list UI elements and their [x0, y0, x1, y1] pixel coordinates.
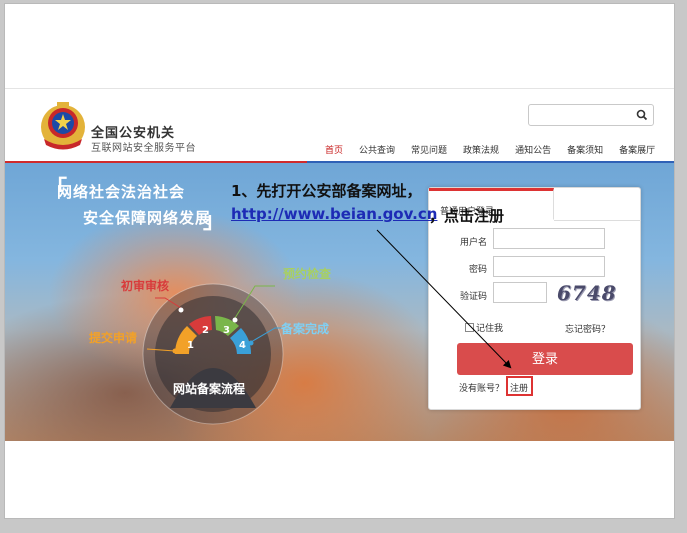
- password-input[interactable]: [493, 256, 605, 277]
- browser-page: 全国公安机关 互联网站安全服务平台 首页 公共查询 常见问题 政策法规 通知公告…: [4, 3, 675, 519]
- nav-item-home[interactable]: 首页: [317, 143, 351, 156]
- captcha-image[interactable]: 6748: [557, 281, 616, 305]
- nav-item-public-query[interactable]: 公共查询: [351, 143, 403, 156]
- remember-label: 记住我: [476, 324, 504, 334]
- nav-item-filing-guide[interactable]: 备案须知: [559, 143, 611, 156]
- flow-title: 网站备案流程: [173, 382, 246, 396]
- no-account-text: 没有账号？: [459, 384, 505, 394]
- nav-item-faq[interactable]: 常见问题: [403, 143, 455, 156]
- search-icon[interactable]: [635, 108, 649, 122]
- police-emblem-icon: [41, 102, 85, 150]
- forgot-password-link[interactable]: 忘记密码？: [565, 322, 610, 335]
- annotation-click-register: ，点击注册: [429, 207, 505, 225]
- nav-item-notice[interactable]: 通知公告: [507, 143, 559, 156]
- step-num-3: 3: [223, 325, 230, 336]
- annotation-url[interactable]: http://www.beian.gov.cn: [231, 205, 437, 223]
- remember-me[interactable]: 记住我: [465, 321, 503, 334]
- step-label-inspect: 预约检查: [283, 267, 332, 281]
- nav-item-filing-gallery[interactable]: 备案展厅: [611, 143, 663, 156]
- captcha-label: 验证码: [459, 292, 487, 302]
- main-nav: 首页 公共查询 常见问题 政策法规 通知公告 备案须知 备案展厅: [317, 143, 663, 156]
- login-button[interactable]: 登录: [457, 343, 633, 375]
- password-label: 密码: [468, 265, 487, 275]
- step-num-4: 4: [239, 340, 246, 351]
- username-label: 用户名: [459, 238, 487, 248]
- site-header: 全国公安机关 互联网站安全服务平台 首页 公共查询 常见问题 政策法规 通知公告…: [5, 88, 674, 164]
- site-subtitle: 互联网站安全服务平台: [91, 143, 196, 154]
- bracket-close: 」: [203, 209, 226, 234]
- search-input[interactable]: [528, 104, 654, 126]
- step-label-complete: 备案完成: [281, 322, 330, 336]
- nav-item-policy[interactable]: 政策法规: [455, 143, 507, 156]
- tab-divider: [554, 220, 641, 221]
- step-num-2: 2: [202, 325, 209, 336]
- remember-checkbox[interactable]: [465, 323, 474, 332]
- step-label-submit: 提交申请: [89, 331, 138, 345]
- register-link[interactable]: 注册: [506, 376, 533, 396]
- step-label-review: 初审审核: [121, 279, 170, 293]
- slogan-line-1: 网络社会法治社会: [57, 183, 186, 201]
- annotation-step-text: 1、先打开公安部备案网址，: [231, 182, 422, 200]
- username-input[interactable]: [493, 228, 605, 249]
- slogan-line-2: 安全保障网络发展: [83, 209, 212, 227]
- step-num-1: 1: [187, 340, 194, 351]
- captcha-input[interactable]: [493, 282, 547, 303]
